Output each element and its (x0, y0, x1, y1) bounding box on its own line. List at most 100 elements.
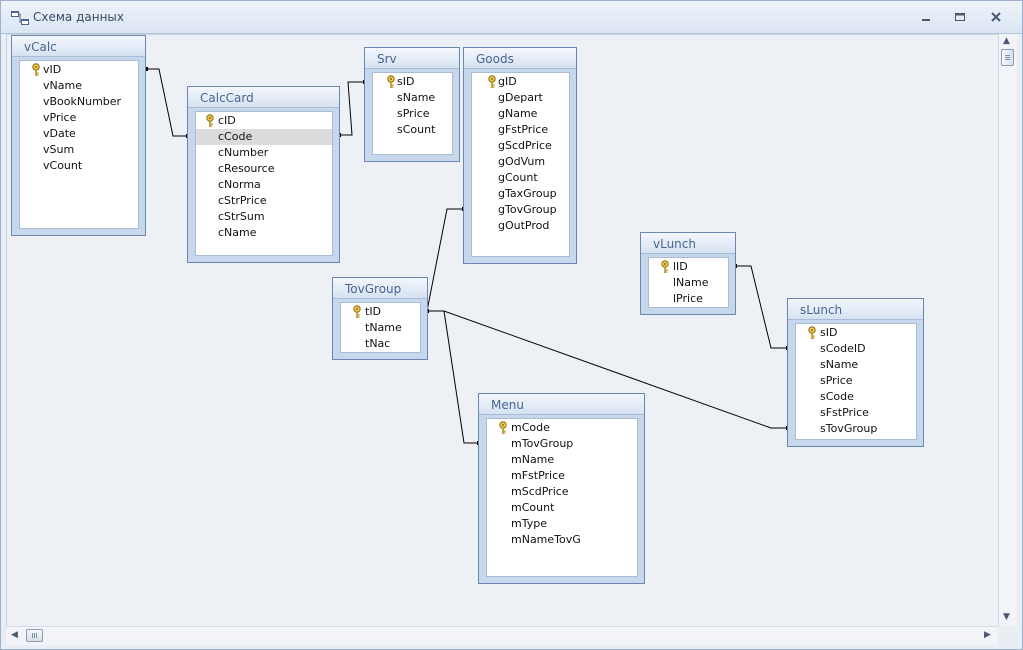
field-name: mTovGroup (511, 437, 574, 450)
close-button[interactable] (983, 8, 1009, 26)
field-row[interactable]: gTaxGroup (472, 186, 569, 202)
field-name: vCount (43, 159, 83, 172)
field-name: lID (673, 260, 688, 273)
field-row[interactable]: cCode (196, 129, 332, 145)
table-title[interactable]: vLunch (641, 233, 735, 254)
field-row[interactable]: mScdPrice (487, 484, 637, 500)
field-name: cCode (218, 130, 253, 143)
field-row[interactable]: cName (196, 225, 332, 241)
field-row[interactable]: cNumber (196, 145, 332, 161)
maximize-button[interactable] (947, 8, 973, 26)
field-row[interactable]: cNorma (196, 177, 332, 193)
field-list[interactable]: lID lName lPrice (648, 257, 729, 308)
table-title[interactable]: TovGroup (333, 278, 427, 299)
table-menu[interactable]: Menu mCode mTovGroup mName mFstPrice mScdPric… (478, 393, 645, 584)
primary-key-field[interactable]: gID (472, 74, 569, 90)
field-row[interactable]: gOdVum (472, 154, 569, 170)
table-vcalc[interactable]: vCalc vID vName vBookNumber vPrice vDate vSum v… (11, 35, 146, 236)
primary-key-field[interactable]: mCode (487, 420, 637, 436)
table-tovgroup[interactable]: TovGroup tID tName tNac (332, 277, 428, 360)
field-row[interactable]: mCount (487, 500, 637, 516)
field-name: cName (218, 226, 257, 239)
field-row[interactable]: sTovGroup (796, 421, 916, 437)
relationships-canvas[interactable]: vCalc vID vName vBookNumber vPrice vDate vSum v… (6, 34, 1000, 628)
field-row[interactable]: gScdPrice (472, 138, 569, 154)
table-slunch[interactable]: sLunch sID sCodeID sName sPrice sCode sFstPric… (787, 298, 924, 447)
field-row[interactable]: sFstPrice (796, 405, 916, 421)
field-row[interactable]: cStrSum (196, 209, 332, 225)
field-row[interactable]: gCount (472, 170, 569, 186)
primary-key-field[interactable]: tID (341, 304, 420, 320)
field-name: sFstPrice (820, 406, 869, 419)
field-row[interactable]: sCodeID (796, 341, 916, 357)
field-row[interactable]: lName (649, 275, 728, 291)
field-row[interactable]: cStrPrice (196, 193, 332, 209)
table-title[interactable]: vCalc (12, 36, 145, 57)
field-row[interactable]: sPrice (796, 373, 916, 389)
vertical-scroll-thumb[interactable] (1001, 49, 1014, 66)
field-row[interactable]: cResource (196, 161, 332, 177)
field-row[interactable]: tName (341, 320, 420, 336)
field-row[interactable]: sCode (796, 389, 916, 405)
field-list[interactable]: sID sName sPrice sCount (372, 72, 453, 155)
table-title[interactable]: Srv (365, 48, 459, 69)
field-name: vSum (43, 143, 75, 156)
field-row[interactable]: mNameTovG (487, 532, 637, 548)
scroll-right-arrow[interactable]: ▶ (984, 630, 991, 640)
field-row[interactable]: mType (487, 516, 637, 532)
field-row[interactable]: tNac (341, 336, 420, 352)
horizontal-scroll-thumb[interactable] (26, 629, 43, 642)
field-list[interactable]: cID cCode cNumber cResource cNorma cStrPrice c… (195, 111, 333, 256)
field-row[interactable]: gTovGroup (472, 202, 569, 218)
primary-key-field[interactable]: lID (649, 259, 728, 275)
field-row[interactable]: vPrice (20, 110, 138, 126)
field-row[interactable]: gName (472, 106, 569, 122)
field-name: mScdPrice (511, 485, 569, 498)
field-name: sCode (820, 390, 854, 403)
scroll-down-arrow[interactable]: ▼ (1003, 612, 1010, 622)
field-row[interactable]: sName (373, 90, 452, 106)
field-row[interactable]: mTovGroup (487, 436, 637, 452)
field-name: sPrice (397, 107, 430, 120)
field-row[interactable]: vName (20, 78, 138, 94)
primary-key-field[interactable]: vID (20, 62, 138, 78)
primary-key-field[interactable]: sID (373, 74, 452, 90)
table-goods[interactable]: Goods gID gDepart gName gFstPrice gScdPrice gO… (463, 47, 577, 264)
field-list[interactable]: mCode mTovGroup mName mFstPrice mScdPrice mCo… (486, 418, 638, 577)
field-row[interactable]: vCount (20, 158, 138, 174)
table-title[interactable]: CalcCard (188, 87, 339, 108)
table-title[interactable]: Menu (479, 394, 644, 415)
scroll-left-arrow[interactable]: ◀ (11, 630, 18, 640)
primary-key-field[interactable]: cID (196, 113, 332, 129)
table-vlunch[interactable]: vLunch lID lName lPrice (640, 232, 736, 315)
field-row[interactable]: mFstPrice (487, 468, 637, 484)
field-list[interactable]: vID vName vBookNumber vPrice vDate vSum vCount (19, 60, 139, 229)
field-list[interactable]: gID gDepart gName gFstPrice gScdPrice gOdVum g… (471, 72, 570, 257)
field-list[interactable]: tID tName tNac (340, 302, 421, 353)
field-name: cID (218, 114, 236, 127)
field-row[interactable]: vDate (20, 126, 138, 142)
title-bar[interactable]: Схема данных (1, 1, 1022, 34)
field-list[interactable]: sID sCodeID sName sPrice sCode sFstPrice sTovG… (795, 323, 917, 440)
horizontal-scrollbar[interactable]: ◀ ▶ (6, 626, 998, 645)
primary-key-icon (660, 260, 670, 274)
field-row[interactable]: lPrice (649, 291, 728, 307)
field-row[interactable]: sCount (373, 122, 452, 138)
vertical-scrollbar[interactable]: ▲ ▼ (998, 34, 1017, 626)
field-row[interactable]: gFstPrice (472, 122, 569, 138)
field-row[interactable]: gOutProd (472, 218, 569, 234)
field-row[interactable]: sPrice (373, 106, 452, 122)
scroll-up-arrow[interactable]: ▲ (1003, 36, 1010, 46)
field-name: sName (820, 358, 859, 371)
primary-key-field[interactable]: sID (796, 325, 916, 341)
field-row[interactable]: gDepart (472, 90, 569, 106)
field-row[interactable]: mName (487, 452, 637, 468)
field-row[interactable]: sName (796, 357, 916, 373)
table-calccard[interactable]: CalcCard cID cCode cNumber cResource cNorma cS… (187, 86, 340, 263)
field-row[interactable]: vSum (20, 142, 138, 158)
field-row[interactable]: vBookNumber (20, 94, 138, 110)
minimize-button[interactable] (913, 8, 939, 26)
table-title[interactable]: sLunch (788, 299, 923, 320)
table-title[interactable]: Goods (464, 48, 576, 69)
table-srv[interactable]: Srv sID sName sPrice sCount (364, 47, 460, 162)
